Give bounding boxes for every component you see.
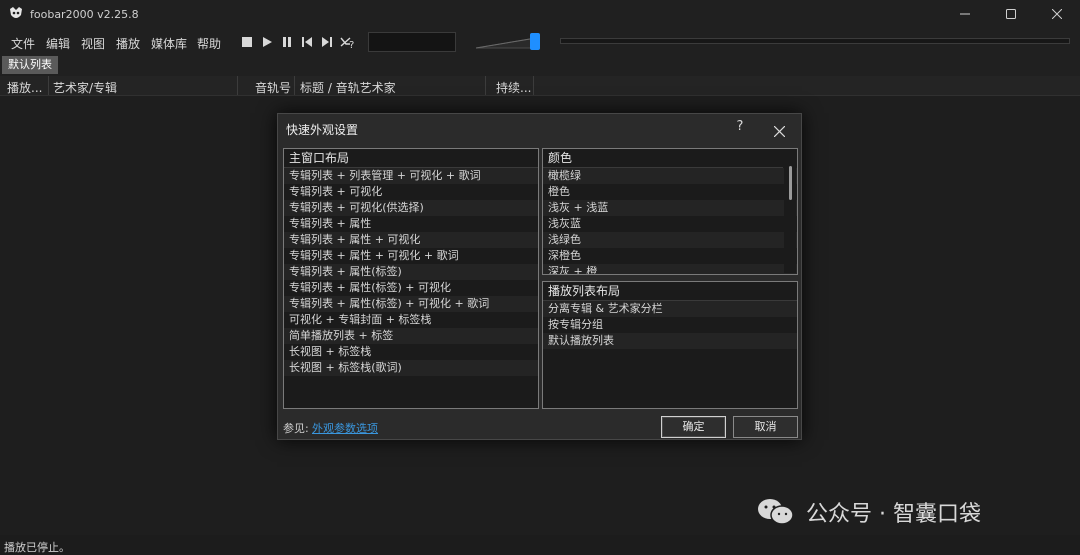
column-divider[interactable] [237, 76, 238, 95]
pause-icon[interactable] [280, 35, 294, 49]
minimize-button[interactable] [942, 0, 988, 30]
list-item[interactable]: 默认播放列表 [543, 333, 797, 349]
appearance-preferences-link[interactable]: 外观参数选项 [312, 420, 378, 436]
next-icon[interactable] [320, 35, 334, 49]
list-item[interactable]: 专辑列表 + 属性 + 可视化 [284, 232, 538, 248]
list-item[interactable]: 专辑列表 + 属性(标签) + 可视化 + 歌词 [284, 296, 538, 312]
list-item[interactable]: 专辑列表 + 列表管理 + 可视化 + 歌词 [284, 168, 538, 184]
stop-icon[interactable] [240, 35, 254, 49]
column-title[interactable]: 标题 / 音轨艺术家 [300, 79, 396, 96]
help-button[interactable]: ? [733, 119, 747, 134]
dialog-close-button[interactable] [768, 117, 790, 141]
list-header: 播放列表布局 [543, 282, 797, 301]
tab-default-playlist[interactable]: 默认列表 [2, 56, 58, 74]
list-item[interactable]: 专辑列表 + 属性 [284, 216, 538, 232]
list-item[interactable]: 浅灰 + 浅蓝 [543, 200, 797, 216]
minimize-icon [960, 13, 970, 15]
list-item[interactable]: 专辑列表 + 属性 + 可视化 + 歌词 [284, 248, 538, 264]
column-track-number[interactable]: 音轨号 [255, 79, 291, 96]
time-display [368, 32, 456, 52]
menu-help[interactable]: 帮助 [197, 35, 221, 52]
dialog-title: 快速外观设置 [286, 123, 359, 137]
quick-appearance-dialog: 快速外观设置 ? 主窗口布局 专辑列表 + 列表管理 + 可视化 + 歌词 专辑… [277, 113, 802, 440]
wechat-logo-icon [758, 499, 794, 525]
color-list-scrollbar[interactable] [784, 150, 796, 273]
list-item[interactable]: 可视化 + 专辑封面 + 标签栈 [284, 312, 538, 328]
list-header: 主窗口布局 [284, 149, 538, 168]
seek-bar[interactable] [560, 38, 1070, 44]
column-artist-album[interactable]: 艺术家/专辑 [53, 79, 117, 96]
ok-button[interactable]: 确定 [661, 416, 726, 438]
window-title: foobar2000 v2.25.8 [30, 8, 139, 21]
playlist-layout-list[interactable]: 播放列表布局 分离专辑 & 艺术家分栏 按专辑分组 默认播放列表 [542, 281, 798, 409]
maximize-button[interactable] [988, 0, 1034, 30]
main-layout-list[interactable]: 主窗口布局 专辑列表 + 列表管理 + 可视化 + 歌词 专辑列表 + 可视化 … [283, 148, 539, 409]
list-item[interactable]: 深橙色 [543, 248, 797, 264]
title-bar: foobar2000 v2.25.8 [0, 0, 1080, 30]
watermark-text: 公众号 · 智囊口袋 [806, 502, 981, 527]
column-playing[interactable]: 播放... [7, 79, 42, 96]
list-item[interactable]: 专辑列表 + 属性(标签) [284, 264, 538, 280]
column-divider[interactable] [294, 76, 295, 95]
svg-text:?: ? [349, 40, 354, 49]
list-item[interactable]: 分离专辑 & 艺术家分栏 [543, 301, 797, 317]
menu-edit[interactable]: 编辑 [46, 35, 70, 52]
list-item[interactable]: 浅绿色 [543, 232, 797, 248]
playlist-column-headers: 播放... 艺术家/专辑 音轨号 标题 / 音轨艺术家 持续... [0, 76, 1080, 96]
playlist-tabs: 默认列表 [0, 54, 1080, 76]
play-icon[interactable] [260, 35, 274, 49]
volume-knob[interactable] [530, 33, 540, 50]
color-list[interactable]: 颜色 橄榄绿 橙色 浅灰 + 浅蓝 浅灰蓝 浅绿色 深橙色 深灰 + 橙 [542, 148, 798, 275]
cancel-button[interactable]: 取消 [733, 416, 798, 438]
close-icon [773, 125, 785, 138]
menu-playback[interactable]: 播放 [116, 35, 140, 52]
list-item[interactable]: 橄榄绿 [543, 168, 797, 184]
close-window-button[interactable] [1034, 0, 1080, 30]
previous-icon[interactable] [300, 35, 314, 49]
list-item[interactable]: 长视图 + 标签栈 [284, 344, 538, 360]
app-logo-icon [10, 7, 22, 18]
status-bar: 播放已停止。 [0, 535, 1080, 555]
random-icon[interactable]: ? [340, 35, 354, 49]
menu-library[interactable]: 媒体库 [151, 35, 187, 52]
close-icon [1051, 8, 1063, 20]
list-item[interactable]: 简单播放列表 + 标签 [284, 328, 538, 344]
scrollbar-thumb[interactable] [789, 166, 792, 200]
list-header: 颜色 [543, 149, 783, 168]
see-also-label: 参见: [283, 422, 309, 435]
list-item[interactable]: 专辑列表 + 属性(标签) + 可视化 [284, 280, 538, 296]
list-item[interactable]: 长视图 + 标签栈(歌词) [284, 360, 538, 376]
column-duration[interactable]: 持续... [496, 79, 531, 96]
column-divider[interactable] [485, 76, 486, 95]
menu-file[interactable]: 文件 [11, 35, 35, 52]
status-text: 播放已停止。 [4, 541, 70, 554]
list-item[interactable]: 按专辑分组 [543, 317, 797, 333]
list-item[interactable]: 浅灰蓝 [543, 216, 797, 232]
list-item[interactable]: 专辑列表 + 可视化(供选择) [284, 200, 538, 216]
list-item[interactable]: 深灰 + 橙 [543, 264, 797, 274]
column-divider[interactable] [48, 76, 49, 95]
maximize-icon [1006, 9, 1016, 19]
menu-view[interactable]: 视图 [81, 35, 105, 52]
list-item[interactable]: 专辑列表 + 可视化 [284, 184, 538, 200]
list-item[interactable]: 橙色 [543, 184, 797, 200]
column-divider[interactable] [533, 76, 534, 95]
